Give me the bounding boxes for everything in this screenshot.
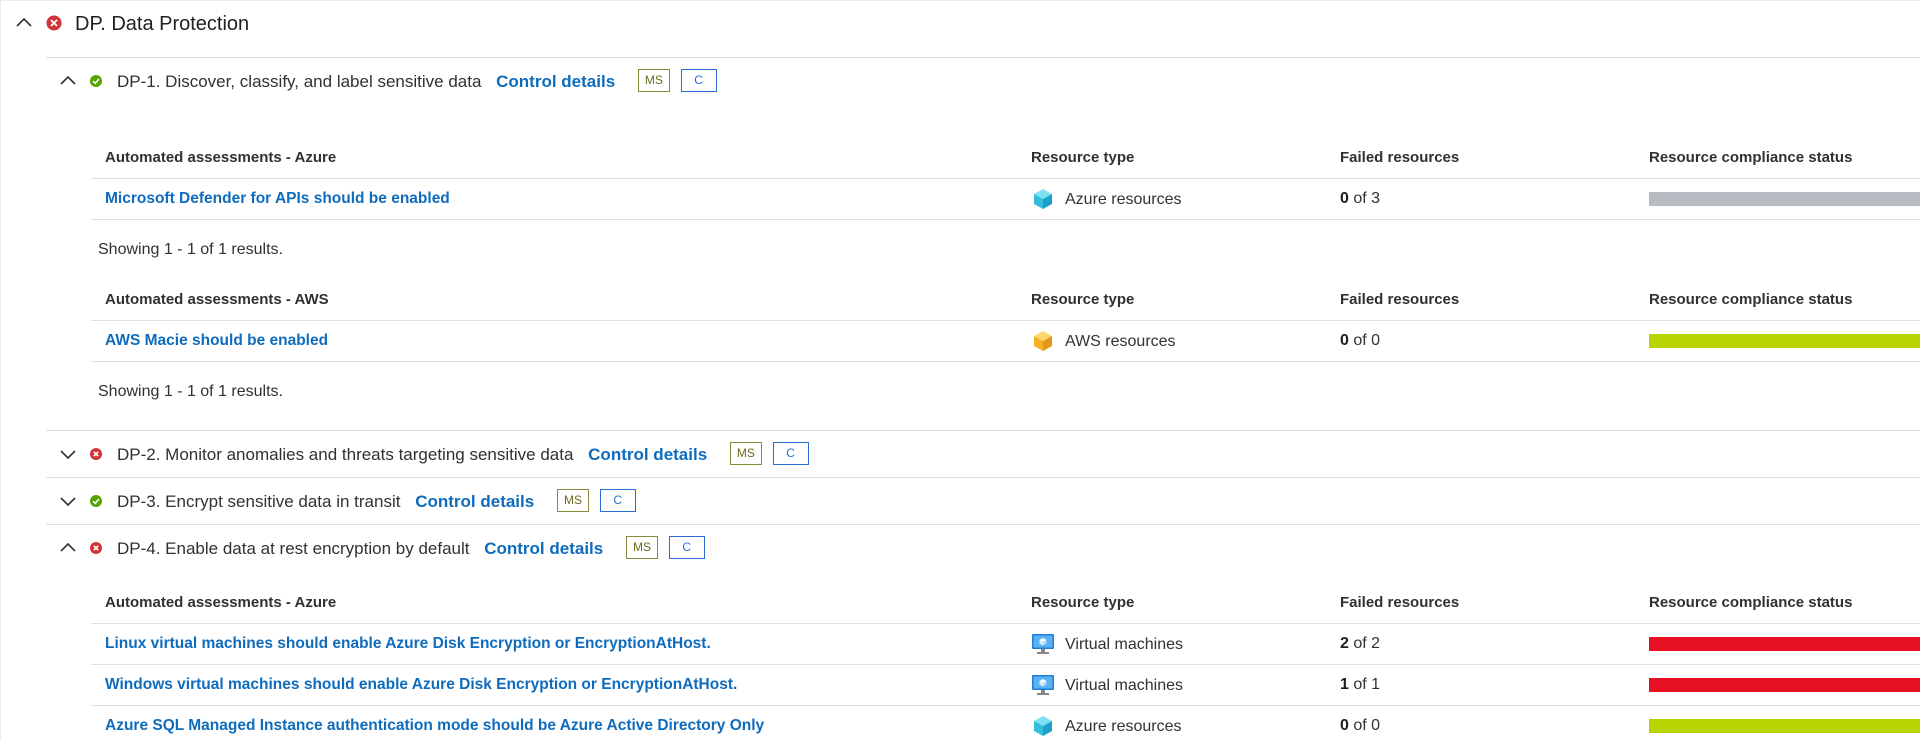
- chevron-down-icon[interactable]: [57, 490, 79, 512]
- tag-ms: MS: [729, 442, 762, 465]
- control-title: DP-2. Monitor anomalies and threats targ…: [117, 444, 574, 464]
- table-row[interactable]: Microsoft Defender for APIs should be en…: [91, 179, 1920, 220]
- virtual-machine-icon: [1031, 673, 1055, 697]
- column-header-resource-type: Resource type: [1031, 594, 1135, 611]
- chevron-up-icon[interactable]: [57, 70, 79, 92]
- resource-type-label: Virtual machines: [1065, 636, 1183, 654]
- control-row-dp-3[interactable]: DP-3. Encrypt sensitive data in transit …: [46, 477, 1920, 524]
- failed-count: 0: [1340, 190, 1349, 207]
- column-header-failed-resources: Failed resources: [1340, 594, 1460, 611]
- tag-ms: MS: [637, 69, 670, 92]
- aws-cube-icon: [1031, 329, 1055, 353]
- results-count: Showing 1 - 1 of 1 results.: [98, 241, 283, 258]
- column-header-assessments: Automated assessments - Azure: [105, 149, 337, 166]
- assessments-table-aws: Automated assessments - AWS Resource typ…: [91, 280, 1920, 362]
- compliance-bar: [1649, 637, 1920, 651]
- control-title: DP-4. Enable data at rest encryption by …: [117, 538, 470, 558]
- control-details-link[interactable]: Control details: [484, 539, 603, 558]
- control-details-link[interactable]: Control details: [496, 72, 615, 91]
- assessment-link[interactable]: Azure SQL Managed Instance authenticatio…: [105, 717, 764, 735]
- azure-cube-icon: [1031, 187, 1055, 211]
- total-count: of 2: [1353, 635, 1381, 652]
- azure-cube-icon: [1031, 714, 1055, 738]
- column-header-resource-type: Resource type: [1031, 291, 1135, 308]
- assessment-link[interactable]: AWS Macie should be enabled: [105, 332, 328, 350]
- passed-status-icon: [90, 495, 102, 507]
- failed-status-icon: [90, 542, 102, 554]
- tag-c: C: [772, 442, 809, 465]
- chevron-up-icon[interactable]: [57, 537, 79, 559]
- column-header-failed-resources: Failed resources: [1340, 149, 1460, 166]
- table-row[interactable]: Windows virtual machines should enable A…: [91, 665, 1920, 706]
- tag-c: C: [668, 536, 705, 559]
- tag-ms: MS: [625, 536, 658, 559]
- column-header-failed-resources: Failed resources: [1340, 291, 1460, 308]
- control-details-link[interactable]: Control details: [588, 445, 707, 464]
- tag-c: C: [599, 489, 636, 512]
- column-header-assessments: Automated assessments - AWS: [105, 291, 329, 308]
- chevron-down-icon[interactable]: [57, 443, 79, 465]
- failed-status-icon: [90, 448, 102, 460]
- total-count: of 0: [1353, 717, 1381, 734]
- assessments-table-azure: Automated assessments - Azure Resource t…: [91, 138, 1920, 220]
- control-row-dp-2[interactable]: DP-2. Monitor anomalies and threats targ…: [46, 430, 1920, 477]
- total-count: of 0: [1353, 332, 1381, 349]
- section-header-dp[interactable]: DP. Data Protection: [0, 6, 1920, 44]
- assessment-link[interactable]: Linux virtual machines should enable Azu…: [105, 635, 711, 653]
- failed-count: 0: [1340, 332, 1349, 349]
- table-row[interactable]: Linux virtual machines should enable Azu…: [91, 624, 1920, 665]
- assessment-link[interactable]: Microsoft Defender for APIs should be en…: [105, 190, 450, 208]
- resource-type-label: Azure resources: [1065, 191, 1182, 209]
- table-row[interactable]: AWS Macie should be enabled AWS resource…: [91, 321, 1920, 362]
- assessment-link[interactable]: Windows virtual machines should enable A…: [105, 676, 737, 694]
- virtual-machine-icon: [1031, 632, 1055, 656]
- control-title: DP-1. Discover, classify, and label sens…: [117, 71, 482, 91]
- total-count: of 1: [1353, 676, 1381, 693]
- resource-type-label: Virtual machines: [1065, 677, 1183, 695]
- table-header: Automated assessments - Azure Resource t…: [91, 583, 1920, 624]
- top-divider: [0, 0, 1920, 1]
- failed-status-icon: [46, 15, 62, 31]
- compliance-bar: [1649, 719, 1920, 733]
- passed-status-icon: [90, 75, 102, 87]
- failed-count: 2: [1340, 635, 1349, 652]
- results-count: Showing 1 - 1 of 1 results.: [98, 383, 283, 400]
- control-row-dp-4[interactable]: DP-4. Enable data at rest encryption by …: [46, 524, 1920, 571]
- column-header-compliance-status: Resource compliance status: [1649, 291, 1853, 308]
- table-header: Automated assessments - AWS Resource typ…: [91, 280, 1920, 321]
- compliance-bar: [1649, 192, 1920, 206]
- regulatory-compliance-view: DP. Data Protection DP-1. Discover, clas…: [0, 0, 1920, 741]
- tag-ms: MS: [556, 489, 589, 512]
- section-title: DP. Data Protection: [75, 13, 250, 35]
- assessments-table-azure: Automated assessments - Azure Resource t…: [91, 583, 1920, 746]
- left-divider: [0, 0, 1, 741]
- resource-type-label: AWS resources: [1065, 333, 1176, 351]
- compliance-bar: [1649, 678, 1920, 692]
- column-header-compliance-status: Resource compliance status: [1649, 149, 1853, 166]
- control-details-link[interactable]: Control details: [415, 492, 534, 511]
- column-header-compliance-status: Resource compliance status: [1649, 594, 1853, 611]
- compliance-bar: [1649, 334, 1920, 348]
- failed-count: 0: [1340, 717, 1349, 734]
- table-header: Automated assessments - Azure Resource t…: [91, 138, 1920, 179]
- resource-type-label: Azure resources: [1065, 718, 1182, 736]
- chevron-up-icon[interactable]: [13, 12, 35, 34]
- column-header-resource-type: Resource type: [1031, 149, 1135, 166]
- control-title: DP-3. Encrypt sensitive data in transit: [117, 491, 401, 511]
- column-header-assessments: Automated assessments - Azure: [105, 594, 337, 611]
- tag-c: C: [680, 69, 717, 92]
- control-row-dp-1[interactable]: DP-1. Discover, classify, and label sens…: [46, 57, 1920, 104]
- table-row[interactable]: Azure SQL Managed Instance authenticatio…: [91, 706, 1920, 746]
- total-count: of 3: [1353, 190, 1381, 207]
- failed-count: 1: [1340, 676, 1349, 693]
